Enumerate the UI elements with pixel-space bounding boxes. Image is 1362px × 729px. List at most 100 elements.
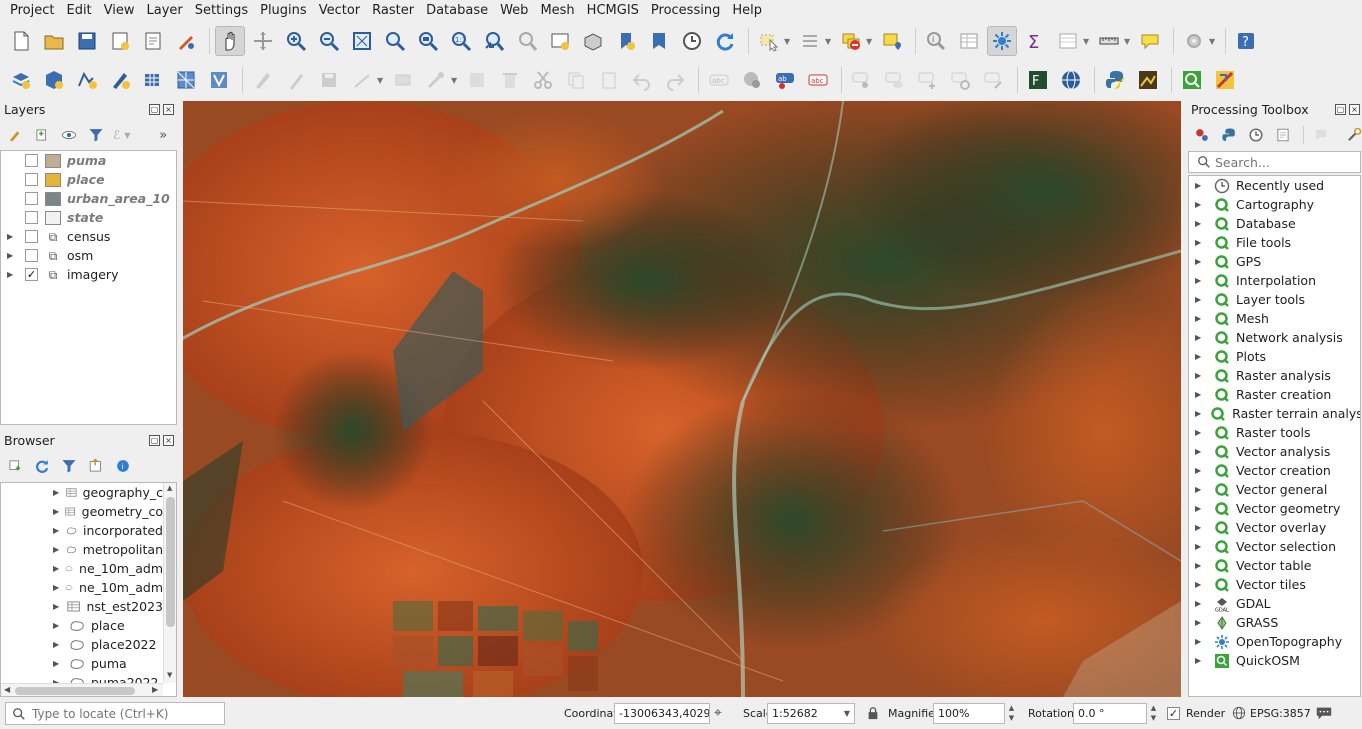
show-bookmarks-icon[interactable]	[644, 26, 674, 56]
current-edits-icon[interactable]	[248, 65, 278, 95]
zoom-to-layer-icon[interactable]	[413, 26, 443, 56]
toolbox-group[interactable]: ▶ GDAL GDAL	[1189, 594, 1360, 613]
options-icon[interactable]	[1342, 123, 1362, 147]
chevron-down-icon[interactable]: ▼	[1083, 37, 1091, 46]
toolbox-group[interactable]: ▶ GRASS	[1189, 613, 1360, 632]
processing-toolbox-icon[interactable]	[987, 26, 1017, 56]
layer-item[interactable]: puma	[1, 151, 176, 170]
expand-arrow-icon[interactable]: ▶	[1195, 390, 1205, 399]
scrollbar-thumb[interactable]	[166, 497, 175, 627]
results-viewer-icon[interactable]	[1271, 123, 1295, 147]
open-attribute-table-icon[interactable]	[954, 26, 984, 56]
expand-arrow-icon[interactable]: ▶	[7, 270, 17, 279]
history-icon[interactable]	[1244, 123, 1268, 147]
pan-map-icon[interactable]	[215, 26, 245, 56]
expand-arrow-icon[interactable]: ▶	[1195, 409, 1201, 418]
properties-widget-icon[interactable]: i	[111, 454, 135, 478]
zoom-native-icon[interactable]: 1:1	[446, 26, 476, 56]
plugin-settings-icon[interactable]	[1179, 26, 1209, 56]
filter-browser-icon[interactable]	[57, 454, 81, 478]
add-group-icon[interactable]	[30, 123, 54, 147]
new-geopackage-layer-icon[interactable]	[39, 65, 69, 95]
layer-styling-icon[interactable]	[3, 123, 27, 147]
new-project-icon[interactable]	[6, 26, 36, 56]
zoom-in-icon[interactable]	[281, 26, 311, 56]
menu-view[interactable]: View	[98, 0, 141, 22]
layer-visibility-checkbox[interactable]	[25, 192, 38, 205]
expand-arrow-icon[interactable]: ▶	[7, 251, 17, 260]
menu-edit[interactable]: Edit	[60, 0, 97, 22]
refresh-browser-icon[interactable]	[30, 454, 54, 478]
toolbox-group[interactable]: ▶ Interpolation	[1189, 271, 1360, 290]
add-selected-layers-icon[interactable]	[3, 454, 27, 478]
rotation-field[interactable]: 0.0 °	[1073, 703, 1147, 724]
toolbox-group[interactable]: ▶ GPS	[1189, 252, 1360, 271]
toolbox-group[interactable]: ▶ Raster analysis	[1189, 366, 1360, 385]
float-panel-icon[interactable]: ▢	[149, 435, 160, 446]
menu-vector[interactable]: Vector	[313, 0, 366, 22]
new-spatialite-layer-icon[interactable]	[204, 65, 234, 95]
map-canvas[interactable]	[183, 101, 1181, 697]
browser-item[interactable]: ▶ nst_est2023	[1, 597, 163, 616]
expand-arrow-icon[interactable]: ▶	[1195, 257, 1205, 266]
scroll-down-icon[interactable]: ▼	[167, 671, 172, 679]
float-panel-icon[interactable]: ▢	[149, 104, 160, 115]
toolbox-group[interactable]: ▶ OpenTopography	[1189, 632, 1360, 651]
map-tips-icon[interactable]	[1135, 26, 1165, 56]
expand-arrow-icon[interactable]: ▶	[1195, 200, 1205, 209]
menu-processing[interactable]: Processing	[645, 0, 726, 22]
select-by-value-icon[interactable]	[795, 26, 825, 56]
messages-icon[interactable]	[1315, 705, 1333, 721]
zoom-full-icon[interactable]	[347, 26, 377, 56]
globe-plugin-icon[interactable]	[1056, 65, 1086, 95]
render-checkbox[interactable]: ✓	[1167, 707, 1180, 720]
zoom-to-selection-icon[interactable]	[380, 26, 410, 56]
scroll-left-icon[interactable]: ◀	[4, 685, 10, 694]
chevron-down-icon[interactable]: ▼	[377, 76, 385, 85]
help-icon[interactable]: ?	[1231, 26, 1261, 56]
toolbox-group[interactable]: ▶ Vector analysis	[1189, 442, 1360, 461]
select-location-icon[interactable]	[877, 26, 907, 56]
toolbox-group[interactable]: ▶ Layer tools	[1189, 290, 1360, 309]
expand-arrow-icon[interactable]: ▶	[1195, 523, 1205, 532]
menu-help[interactable]: Help	[726, 0, 768, 22]
browser-item[interactable]: ▶ puma	[1, 654, 163, 673]
layout-manager-icon[interactable]	[138, 26, 168, 56]
expand-arrow-icon[interactable]: ▶	[1195, 371, 1205, 380]
float-panel-icon[interactable]: ▢	[1335, 104, 1346, 115]
filter-legend-icon[interactable]	[84, 123, 108, 147]
expand-arrow-icon[interactable]: ▶	[53, 621, 63, 630]
magnifier-field[interactable]: 100%	[933, 703, 1005, 724]
chevron-down-icon[interactable]: ▼	[825, 37, 833, 46]
scroll-right-icon[interactable]: ▶	[152, 685, 158, 694]
expand-arrow-icon[interactable]: ▶	[1195, 428, 1205, 437]
save-layer-edits-icon[interactable]	[314, 65, 344, 95]
highlight-pinned-labels-icon[interactable]: ab	[770, 65, 800, 95]
browser-item[interactable]: ▶ geography_c	[1, 483, 163, 502]
measure-line-icon[interactable]	[1094, 26, 1124, 56]
browser-item[interactable]: ▶ place2022	[1, 635, 163, 654]
menu-raster[interactable]: Raster	[366, 0, 420, 22]
chevron-down-icon[interactable]: ▼	[784, 37, 792, 46]
menu-hcmgis[interactable]: HCMGIS	[581, 0, 645, 22]
expand-arrow-icon[interactable]: ▶	[1195, 485, 1205, 494]
temporal-controller-icon[interactable]	[677, 26, 707, 56]
manage-map-themes-icon[interactable]	[57, 123, 81, 147]
toolbox-group[interactable]: ▶ Vector geometry	[1189, 499, 1360, 518]
toolbox-group[interactable]: ▶ Vector selection	[1189, 537, 1360, 556]
browser-item[interactable]: ▶ ne_10m_adm	[1, 578, 163, 597]
add-feature-icon[interactable]	[347, 65, 377, 95]
open-project-icon[interactable]	[39, 26, 69, 56]
zoom-last-icon[interactable]	[479, 26, 509, 56]
expand-arrow-icon[interactable]: ▶	[53, 526, 60, 535]
browser-item[interactable]: ▶ geometry_co	[1, 502, 163, 521]
models-icon[interactable]	[1190, 123, 1214, 147]
style-manager-icon[interactable]	[171, 26, 201, 56]
toolbox-group[interactable]: ▶ Vector tiles	[1189, 575, 1360, 594]
edit-features-in-place-icon[interactable]	[1309, 123, 1333, 147]
menu-database[interactable]: Database	[420, 0, 494, 22]
expand-arrow-icon[interactable]: ▶	[1195, 504, 1205, 513]
toolbox-group[interactable]: ▶ Mesh	[1189, 309, 1360, 328]
expand-arrow-icon[interactable]: ▶	[1195, 599, 1205, 608]
delete-selected-icon[interactable]	[495, 65, 525, 95]
